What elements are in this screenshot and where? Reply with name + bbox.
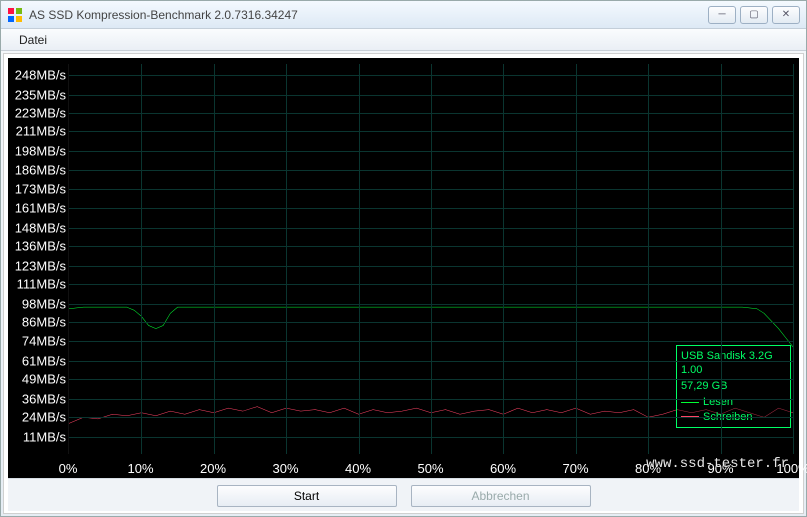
legend-swatch-read bbox=[681, 402, 699, 403]
legend-label-read: Lesen bbox=[703, 395, 733, 409]
button-row: Start Abbrechen bbox=[8, 478, 799, 511]
x-tick: 60% bbox=[490, 461, 516, 476]
x-tick: 40% bbox=[345, 461, 371, 476]
content-area: 11MB/s24MB/s36MB/s49MB/s61MB/s74MB/s86MB… bbox=[3, 53, 804, 514]
grid-line-vertical bbox=[286, 64, 287, 454]
legend-device-line2: 1.00 bbox=[681, 363, 786, 377]
window-title: AS SSD Kompression-Benchmark 2.0.7316.34… bbox=[29, 8, 708, 22]
x-tick: 20% bbox=[200, 461, 226, 476]
grid-line-vertical bbox=[431, 64, 432, 454]
window-controls: ─ ▢ ✕ bbox=[708, 6, 800, 24]
maximize-button[interactable]: ▢ bbox=[740, 6, 768, 24]
close-button[interactable]: ✕ bbox=[772, 6, 800, 24]
app-window: AS SSD Kompression-Benchmark 2.0.7316.34… bbox=[0, 0, 807, 517]
x-axis: 0%10%20%30%40%50%60%70%80%90%100% bbox=[68, 456, 793, 476]
x-tick: 30% bbox=[272, 461, 298, 476]
legend-row-read: Lesen bbox=[681, 395, 786, 409]
x-tick: 80% bbox=[635, 461, 661, 476]
minimize-button[interactable]: ─ bbox=[708, 6, 736, 24]
x-tick: 70% bbox=[562, 461, 588, 476]
x-tick: 0% bbox=[59, 461, 78, 476]
y-axis: 11MB/s24MB/s36MB/s49MB/s61MB/s74MB/s86MB… bbox=[8, 64, 68, 454]
legend-capacity: 57,29 GB bbox=[681, 379, 786, 393]
grid-line-vertical bbox=[648, 64, 649, 454]
menubar: Datei bbox=[1, 29, 806, 51]
x-tick: 90% bbox=[707, 461, 733, 476]
cancel-button: Abbrechen bbox=[411, 485, 591, 507]
start-button[interactable]: Start bbox=[217, 485, 397, 507]
grid-line-vertical bbox=[793, 64, 794, 454]
chart-area: 11MB/s24MB/s36MB/s49MB/s61MB/s74MB/s86MB… bbox=[8, 58, 799, 478]
grid-line-vertical bbox=[359, 64, 360, 454]
grid-line-vertical bbox=[721, 64, 722, 454]
grid-line-vertical bbox=[503, 64, 504, 454]
grid-line-vertical bbox=[214, 64, 215, 454]
menu-file[interactable]: Datei bbox=[11, 31, 55, 49]
x-tick: 100% bbox=[776, 461, 807, 476]
grid-line-vertical bbox=[576, 64, 577, 454]
titlebar: AS SSD Kompression-Benchmark 2.0.7316.34… bbox=[1, 1, 806, 29]
legend-box: USB Sandisk 3.2G 1.00 57,29 GB Lesen Sch… bbox=[676, 345, 791, 428]
plot-area: USB Sandisk 3.2G 1.00 57,29 GB Lesen Sch… bbox=[68, 64, 793, 454]
x-tick: 10% bbox=[127, 461, 153, 476]
app-icon bbox=[7, 7, 23, 23]
grid-line-vertical bbox=[141, 64, 142, 454]
x-tick: 50% bbox=[417, 461, 443, 476]
